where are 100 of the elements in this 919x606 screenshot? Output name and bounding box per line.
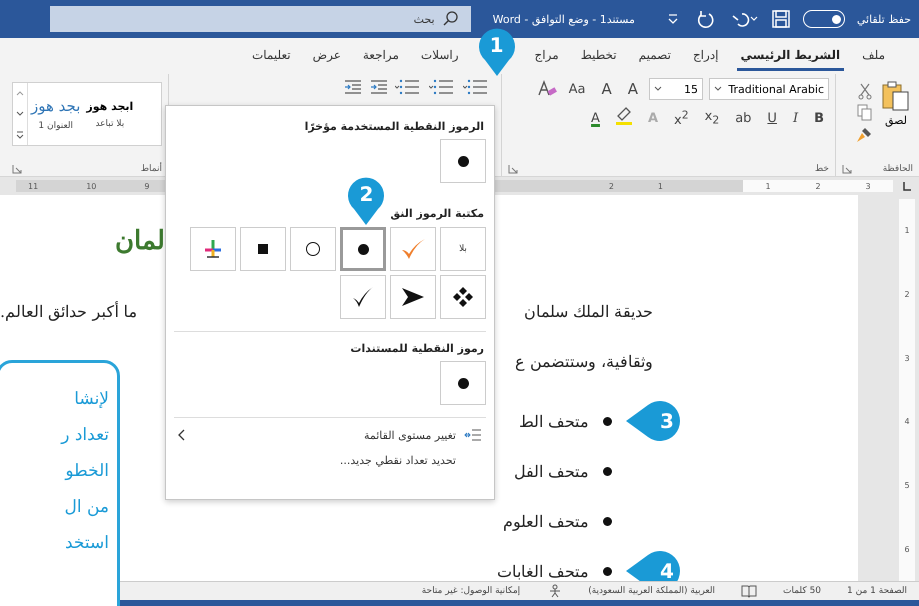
callout-text: لإنشا <box>74 388 109 411</box>
language-status[interactable]: العربية (المملكة العربية السعودية) <box>588 586 716 596</box>
dialog-launcher-icon[interactable] <box>842 164 852 174</box>
bullet-option[interactable] <box>340 227 386 271</box>
word-count[interactable]: 50 كلمات <box>783 586 822 596</box>
ribbon-tab[interactable]: مراج <box>530 42 563 70</box>
style-item[interactable]: ابجد هوز بلا تباعد <box>83 83 136 145</box>
change-case-button[interactable]: Aa <box>564 80 590 98</box>
search-icon <box>442 11 459 27</box>
document-heading: لمان <box>114 225 165 258</box>
ruler-number: 6 <box>904 544 910 554</box>
paragraph-text: حديقة الملك سلمان <box>524 302 653 320</box>
ruler-number: 2 <box>815 182 821 190</box>
dialog-launcher-icon[interactable] <box>12 164 22 174</box>
arrowhead-icon <box>400 286 426 308</box>
style-item[interactable]: بجد هوز العنوان 1 <box>28 83 84 145</box>
dialog-launcher-icon[interactable] <box>508 164 518 174</box>
bullet-icon <box>603 566 612 576</box>
font-name-field[interactable]: Traditional Arabic <box>709 78 829 100</box>
accessibility-status[interactable]: إمكانية الوصول: غير متاحة <box>422 586 520 596</box>
font-size-button[interactable]: A <box>622 78 643 100</box>
bullet-option[interactable] <box>440 361 486 405</box>
list-item: متحف الفل <box>514 462 589 480</box>
format-button[interactable]: B <box>809 108 829 128</box>
font-size-button[interactable]: A <box>596 78 617 100</box>
book-icon[interactable] <box>741 584 758 598</box>
ruler-number: 11 <box>28 182 38 190</box>
bullet-icon <box>603 466 612 476</box>
format-button[interactable]: A <box>586 108 605 128</box>
window-title: مستند1 - وضع التوافق - Word <box>492 12 635 26</box>
search-field[interactable]: بحث <box>50 6 471 32</box>
format-button[interactable]: U <box>762 108 782 128</box>
more-styles-icon[interactable] <box>15 130 25 140</box>
save-icon[interactable] <box>770 9 791 29</box>
bullet-icon <box>603 516 612 526</box>
ruler-number: 2 <box>608 182 614 190</box>
multicolor-cross-icon <box>202 238 224 260</box>
format-button[interactable]: I <box>788 108 804 128</box>
ribbon-tab[interactable]: مراجعة <box>358 42 403 70</box>
ribbon-tab[interactable]: عرض <box>308 42 345 70</box>
indent-icon[interactable] <box>343 78 363 96</box>
caret-icon <box>654 86 662 92</box>
bullet-option[interactable] <box>440 139 486 183</box>
step-marker: 1 <box>476 26 517 76</box>
page-count[interactable]: الصفحة 1 من 1 <box>847 586 907 596</box>
ribbon-tab[interactable]: تعليمات <box>248 42 295 70</box>
format-button[interactable]: ab <box>730 108 756 128</box>
paragraph-text: وثقافية، وستتضمن ع <box>514 352 653 370</box>
vertical-ruler[interactable]: 1 2 3 4 5 6 <box>899 199 915 581</box>
step-marker: 2 <box>346 175 386 225</box>
ruler-number: 4 <box>904 417 910 426</box>
clipboard-icon <box>881 80 911 112</box>
group-label: الحافظة <box>882 164 913 174</box>
autosave-toggle[interactable] <box>802 10 845 28</box>
dot-icon <box>458 378 468 388</box>
check-icon <box>400 237 426 261</box>
list-item: متحف العلوم <box>502 512 589 530</box>
group-label: أنماط <box>140 164 162 174</box>
define-new-bullet-item[interactable]: تحديد تعداد نقطي جديد... <box>174 448 486 473</box>
tab-stop-icon[interactable] <box>901 180 913 192</box>
font-size-field[interactable]: 15 <box>649 78 703 100</box>
chevron-icon <box>178 429 186 441</box>
ribbon-tab[interactable]: الشريط الرئيسي <box>736 42 844 70</box>
ribbon-tab[interactable]: إدراج <box>688 42 722 70</box>
list-item: متحف الط <box>518 412 589 430</box>
bullet-option[interactable] <box>240 227 286 271</box>
ribbon-tab[interactable]: تخطيط <box>576 42 621 70</box>
ribbon-tab[interactable]: راسلات <box>416 42 463 70</box>
ruler-number: 1 <box>765 182 771 190</box>
ribbon-tab[interactable]: تصميم <box>634 42 675 70</box>
ribbon-tab[interactable]: ملف <box>858 42 889 70</box>
bullet-option[interactable] <box>440 275 486 319</box>
menu-section-title: رموز النقطية للمستندات <box>350 342 484 355</box>
ruler-number: 3 <box>865 182 871 190</box>
ruler-number: 9 <box>144 182 150 190</box>
diamonds-icon <box>451 285 475 309</box>
indent-icon[interactable] <box>369 78 389 96</box>
change-list-level-item[interactable]: تغيير مستوى القائمة <box>174 422 486 448</box>
dot-icon <box>458 156 468 166</box>
ruler-number: 2 <box>904 290 910 299</box>
paste-button[interactable]: لصق <box>879 78 913 144</box>
group-label: خط <box>814 164 829 174</box>
format-button[interactable]: x$^{2}$ <box>669 106 694 130</box>
list-item: متحف الغابات <box>496 562 589 580</box>
callout-text: تعداد ر <box>61 424 109 447</box>
copy-icon[interactable] <box>857 104 873 122</box>
dot-icon <box>358 244 368 254</box>
callout-text: الخطو <box>65 460 109 483</box>
ruler-number: 3 <box>904 354 910 363</box>
bullet-option[interactable] <box>390 275 436 319</box>
none-option[interactable]: بلا <box>440 227 486 271</box>
customize-caret-icon[interactable] <box>666 12 679 26</box>
paragraph-text: ما أكبر حدائق العالم. <box>0 302 138 320</box>
ruler-number: 1 <box>904 226 910 236</box>
square-icon <box>258 244 268 254</box>
cut-icon[interactable] <box>857 82 873 100</box>
caret-icon <box>714 86 722 92</box>
format-painter-icon[interactable] <box>855 126 873 144</box>
ruler-number: 1 <box>658 182 663 190</box>
format-button[interactable]: x$_{2}$ <box>700 107 724 129</box>
